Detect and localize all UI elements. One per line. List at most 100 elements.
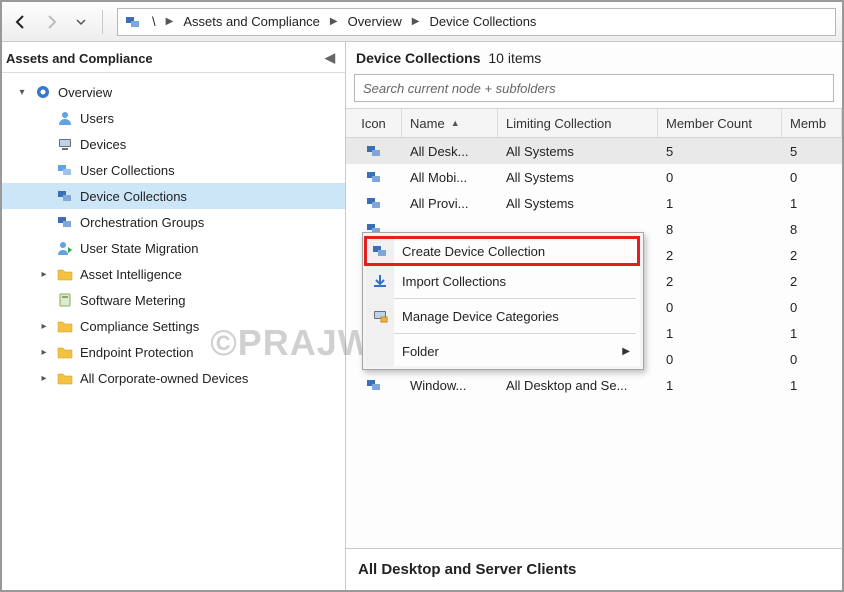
history-dropdown[interactable] [68, 9, 94, 35]
folder-icon [56, 317, 74, 335]
expander-closed-icon[interactable]: ▸ [38, 320, 50, 332]
content-title-bold: Device Collections [356, 50, 481, 66]
search-input[interactable]: Search current node + subfolders [354, 74, 834, 102]
expander-open-icon[interactable]: ▾ [16, 86, 28, 98]
dcoll-icon [366, 243, 394, 259]
tree-item-devices[interactable]: ▸Devices [2, 131, 345, 157]
cell-mc: 5 [658, 144, 782, 159]
tree-item-label: Endpoint Protection [80, 345, 193, 360]
usm-icon [56, 239, 74, 257]
cell-me: 8 [782, 222, 842, 237]
tree-item-user-collections[interactable]: ▸User Collections [2, 157, 345, 183]
collapse-sidebar-icon[interactable]: ◀ [325, 50, 335, 66]
arrow-right-icon [43, 14, 59, 30]
meter-icon [56, 291, 74, 309]
tree-item-orchestration-groups[interactable]: ▸Orchestration Groups [2, 209, 345, 235]
menu-item-label: Manage Device Categories [394, 309, 559, 324]
collection-icon [124, 13, 142, 31]
grid-header: Icon Name ▲ Limiting Collection Member C… [346, 108, 842, 138]
cell-lim: All Desktop and Se... [498, 378, 658, 393]
cell-name: All Mobi... [402, 170, 498, 185]
tree-item-label: Software Metering [80, 293, 186, 308]
cell-mc: 1 [658, 196, 782, 211]
tree-item-label: Orchestration Groups [80, 215, 204, 230]
tree-item-label: All Corporate-owned Devices [80, 371, 248, 386]
breadcrumb-item[interactable]: Device Collections [426, 14, 541, 29]
cell-mc: 1 [658, 378, 782, 393]
chevron-right-icon: ▶ [166, 16, 174, 27]
cell-lim: All Systems [498, 196, 658, 211]
table-row[interactable]: All Desk...All Systems55 [346, 138, 842, 164]
cell-me: 2 [782, 248, 842, 263]
tree-item-users[interactable]: ▸Users [2, 105, 345, 131]
tree-item-user-state-migration[interactable]: ▸User State Migration [2, 235, 345, 261]
submenu-arrow-icon: ▶ [622, 346, 640, 357]
menu-separator [394, 298, 636, 299]
address-bar: \ ▶ Assets and Compliance ▶ Overview ▶ D… [2, 2, 842, 42]
sidebar-header: Assets and Compliance ◀ [2, 42, 345, 73]
tree-item-endpoint-protection[interactable]: ▸ Endpoint Protection [2, 339, 345, 365]
cell-me: 0 [782, 352, 842, 367]
cell-mc: 1 [658, 326, 782, 341]
tree-item-label: Users [80, 111, 114, 126]
cell-me: 1 [782, 378, 842, 393]
cell-mc: 2 [658, 248, 782, 263]
tree-item-compliance-settings[interactable]: ▸ Compliance Settings [2, 313, 345, 339]
overview-icon [34, 83, 52, 101]
forward-button[interactable] [38, 9, 64, 35]
breadcrumb-root[interactable]: \ [148, 14, 160, 29]
tree-item-asset-intelligence[interactable]: ▸Asset Intelligence [2, 261, 345, 287]
table-row[interactable]: All Mobi...All Systems00 [346, 164, 842, 190]
cell-me: 0 [782, 170, 842, 185]
tree-item-software-metering[interactable]: ▸Software Metering [2, 287, 345, 313]
tree-item-all-corporate-owned-devices[interactable]: ▸ All Corporate-owned Devices [2, 365, 345, 391]
device-icon [56, 135, 74, 153]
column-header-limiting[interactable]: Limiting Collection [498, 109, 658, 137]
cell-me: 5 [782, 144, 842, 159]
menu-item-create-device-collection[interactable]: Create Device Collection [366, 236, 640, 266]
menu-item-label: Import Collections [394, 274, 506, 289]
menu-item-label: Create Device Collection [394, 244, 545, 259]
cell-lim: All Systems [498, 170, 658, 185]
sort-asc-icon: ▲ [451, 118, 460, 128]
breadcrumb[interactable]: \ ▶ Assets and Compliance ▶ Overview ▶ D… [117, 8, 836, 36]
column-header-name[interactable]: Name ▲ [402, 109, 498, 137]
arrow-left-icon [13, 14, 29, 30]
back-button[interactable] [8, 9, 34, 35]
detail-pane-title: All Desktop and Server Clients [346, 548, 842, 590]
menu-separator [394, 333, 636, 334]
table-row[interactable]: Window...All Desktop and Se...11 [346, 372, 842, 398]
menu-item-import-collections[interactable]: Import Collections [366, 266, 640, 296]
cat-icon [366, 308, 394, 324]
navigation-tree: ▾Overview▸Users▸Devices▸User Collections… [2, 73, 345, 397]
tree-item-label: Compliance Settings [80, 319, 199, 334]
column-header-member[interactable]: Memb [782, 109, 842, 137]
folder-icon [56, 343, 74, 361]
chevron-down-icon [76, 17, 86, 27]
chevron-right-icon: ▶ [330, 16, 338, 27]
menu-item-manage-device-categories[interactable]: Manage Device Categories [366, 301, 640, 331]
cell-name: Window... [402, 378, 498, 393]
expander-closed-icon[interactable]: ▸ [38, 346, 50, 358]
chevron-right-icon: ▶ [412, 16, 420, 27]
column-header-icon[interactable]: Icon [346, 109, 402, 137]
breadcrumb-item[interactable]: Assets and Compliance [179, 14, 324, 29]
column-header-membercount[interactable]: Member Count [658, 109, 782, 137]
breadcrumb-item[interactable]: Overview [344, 14, 406, 29]
orch-icon [56, 213, 74, 231]
menu-item-folder[interactable]: Folder▶ [366, 336, 640, 366]
row-icon [346, 143, 402, 159]
expander-closed-icon[interactable]: ▸ [38, 268, 50, 280]
expander-closed-icon[interactable]: ▸ [38, 372, 50, 384]
user-icon [56, 109, 74, 127]
tree-item-label: Overview [58, 85, 112, 100]
cell-me: 0 [782, 300, 842, 315]
cell-me: 1 [782, 326, 842, 341]
table-row[interactable]: All Provi...All Systems11 [346, 190, 842, 216]
import-icon [366, 273, 394, 289]
tree-item-device-collections[interactable]: ▸Device Collections [2, 183, 345, 209]
search-placeholder: Search current node + subfolders [363, 81, 556, 96]
tree-item-overview[interactable]: ▾ Overview [2, 79, 345, 105]
folder-icon [56, 265, 74, 283]
row-icon [346, 377, 402, 393]
